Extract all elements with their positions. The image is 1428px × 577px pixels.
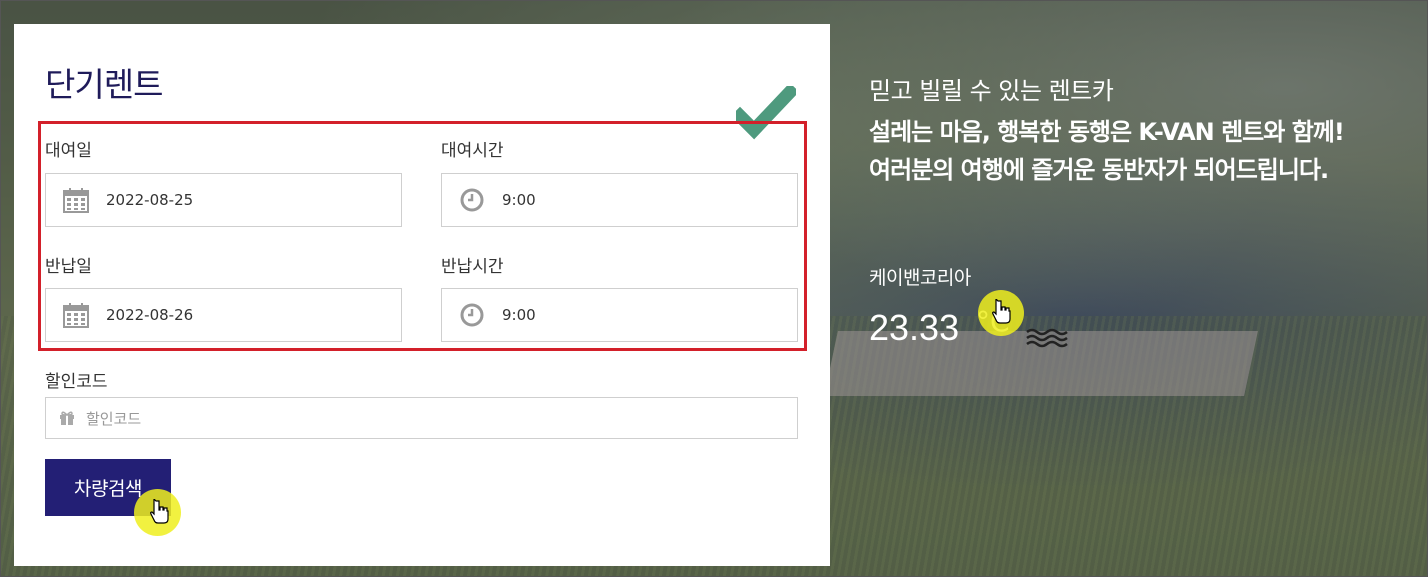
hand-cursor-icon bbox=[992, 299, 1011, 324]
calendar-icon bbox=[62, 301, 90, 329]
discount-code-placeholder: 할인코드 bbox=[86, 409, 142, 428]
rent-date-field[interactable]: 2022-08-25 bbox=[45, 173, 402, 227]
rental-card: 단기렌트 대여일 2022-08-25 대여시간 9:00 반납일 2022-0… bbox=[14, 24, 830, 566]
company-name: 케이밴코리아 bbox=[869, 267, 971, 289]
discount-code-input[interactable]: 할인코드 bbox=[45, 397, 798, 439]
return-time-label: 반납시간 bbox=[441, 257, 504, 277]
gift-icon bbox=[58, 409, 76, 427]
calendar-icon bbox=[62, 186, 90, 214]
hand-cursor-icon bbox=[150, 499, 169, 524]
hero-subtitle: 믿고 빌릴 수 있는 렌트카 bbox=[869, 77, 1114, 105]
rent-time-label: 대여시간 bbox=[441, 141, 504, 161]
discount-code-label: 할인코드 bbox=[45, 372, 108, 392]
clock-icon bbox=[458, 301, 486, 329]
rent-time-field[interactable]: 9:00 bbox=[441, 173, 798, 227]
rent-time-value: 9:00 bbox=[502, 191, 536, 209]
rent-date-value: 2022-08-25 bbox=[106, 191, 194, 209]
return-time-field[interactable]: 9:00 bbox=[441, 288, 798, 342]
hero-line-1: 설레는 마음, 행복한 동행은 K-VAN 렌트와 함께! bbox=[869, 118, 1345, 146]
clock-icon bbox=[458, 186, 486, 214]
fog-icon bbox=[1026, 328, 1068, 348]
return-time-value: 9:00 bbox=[502, 306, 536, 324]
screenshot-frame: 믿고 빌릴 수 있는 렌트카 설레는 마음, 행복한 동행은 K-VAN 렌트와… bbox=[0, 0, 1428, 577]
temperature-value: 23.33 bbox=[869, 307, 960, 348]
rent-date-label: 대여일 bbox=[45, 141, 92, 161]
card-title: 단기렌트 bbox=[45, 65, 163, 104]
return-date-field[interactable]: 2022-08-26 bbox=[45, 288, 402, 342]
hero-line-2: 여러분의 여행에 즐거운 동반자가 되어드립니다. bbox=[869, 156, 1329, 184]
return-date-label: 반납일 bbox=[45, 257, 92, 277]
return-date-value: 2022-08-26 bbox=[106, 306, 194, 324]
